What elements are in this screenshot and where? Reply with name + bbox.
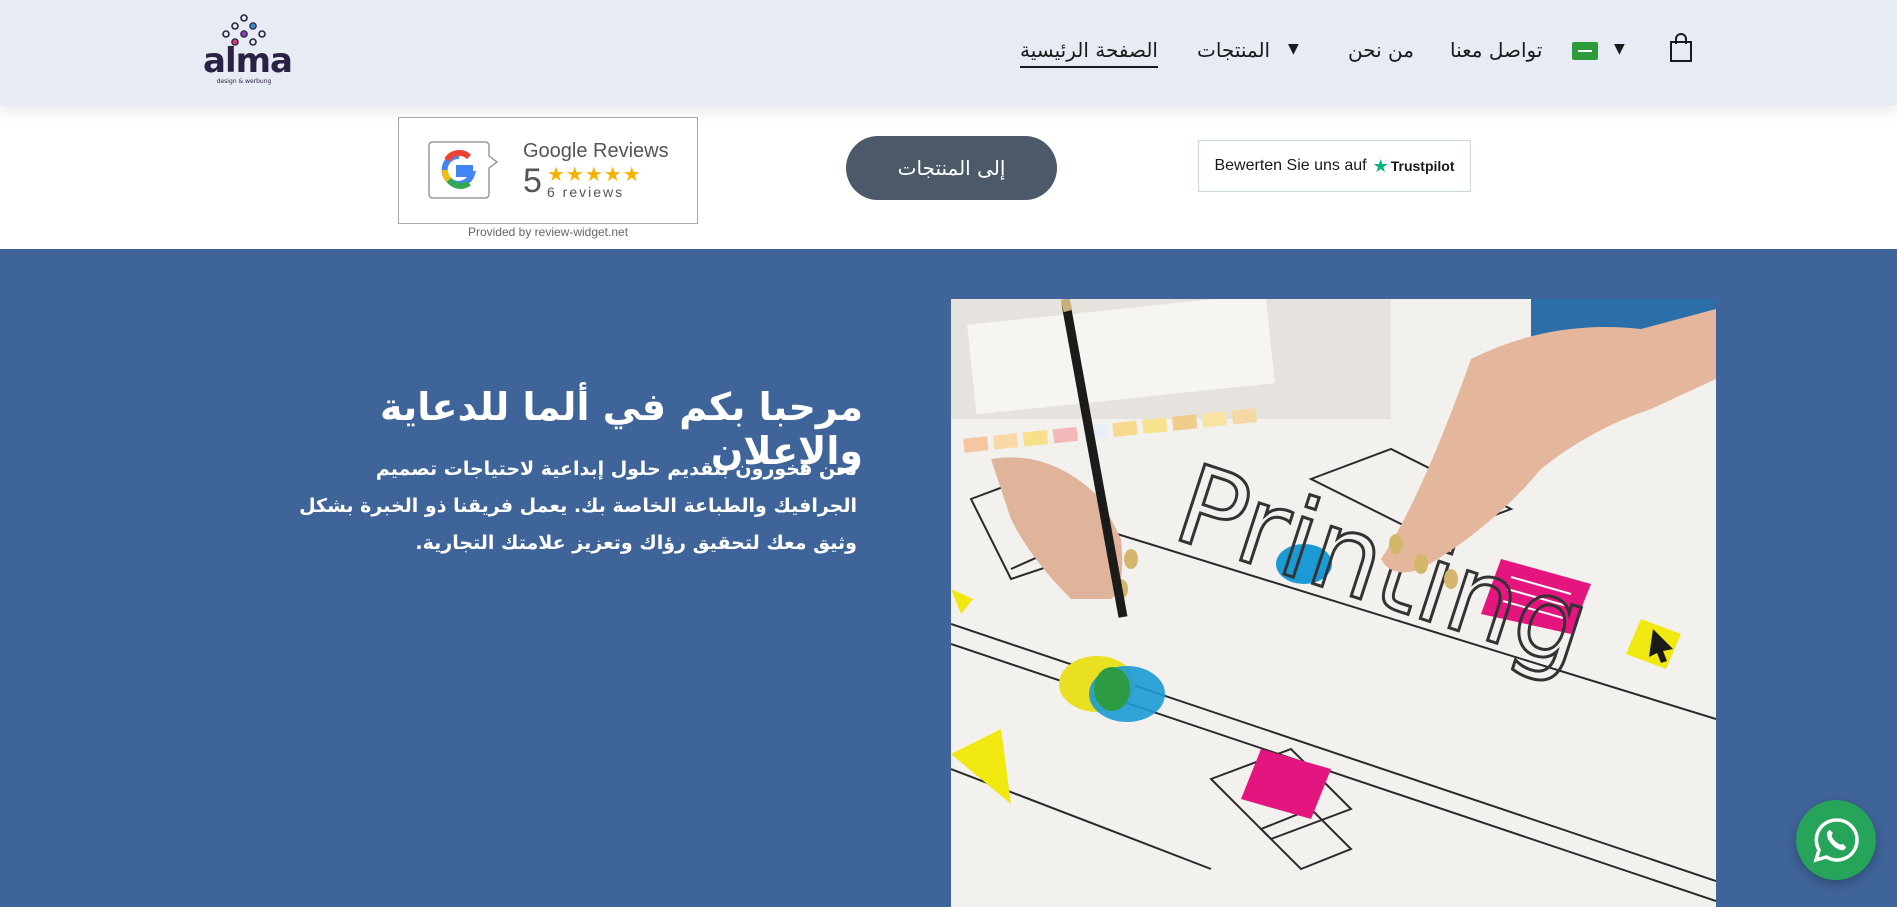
review-widget-credit[interactable]: Provided by review-widget.net — [398, 225, 698, 239]
google-rating-score: 5 — [523, 162, 542, 200]
google-review-count: 6 reviews — [547, 184, 625, 200]
star-rating-icon: ★★★★★ — [547, 162, 642, 186]
google-g-icon — [428, 141, 499, 199]
alma-logo[interactable]: alma design & werbung — [203, 14, 293, 88]
shopping-bag-icon[interactable] — [1668, 32, 1694, 64]
site-header: alma design & werbung الصفحة الرئيسية ال… — [0, 0, 1897, 106]
google-reviews-widget[interactable]: Google Reviews 5 ★★★★★ 6 reviews — [398, 117, 698, 224]
saudi-flag-icon[interactable] — [1572, 42, 1598, 60]
nav-products-link[interactable]: المنتجات — [1197, 38, 1270, 68]
to-products-button[interactable]: إلى المنتجات — [846, 136, 1057, 200]
products-chevron-down-icon[interactable]: ▼ — [1288, 41, 1299, 57]
trustpilot-widget[interactable]: Bewerten Sie uns auf ★ Trustpilot — [1198, 140, 1471, 192]
logo-tagline: design & werbung — [216, 78, 272, 85]
hero-section: مرحبا بكم في ألما للدعاية والإعلان نحن ف… — [0, 249, 1897, 907]
nav-contact-link[interactable]: تواصل معنا — [1450, 38, 1542, 68]
logo-wordmark: alma — [203, 41, 293, 81]
google-reviews-title: Google Reviews — [523, 140, 669, 162]
trustpilot-text: Bewerten Sie uns auf — [1214, 157, 1367, 174]
nav-home-link[interactable]: الصفحة الرئيسية — [1020, 38, 1158, 68]
nav-about-link[interactable]: من نحن — [1348, 38, 1414, 68]
language-chevron-down-icon[interactable]: ▼ — [1614, 41, 1625, 57]
trustpilot-brand: Trustpilot — [1390, 158, 1455, 174]
whatsapp-chat-button[interactable] — [1796, 800, 1876, 880]
hero-description: نحن فخورون بتقديم حلول إبداعية لاحتياجات… — [299, 458, 857, 554]
trustpilot-star-icon: ★ — [1372, 155, 1389, 176]
whatsapp-icon — [1813, 818, 1859, 863]
printing-design-image: Printing — [951, 299, 1716, 907]
